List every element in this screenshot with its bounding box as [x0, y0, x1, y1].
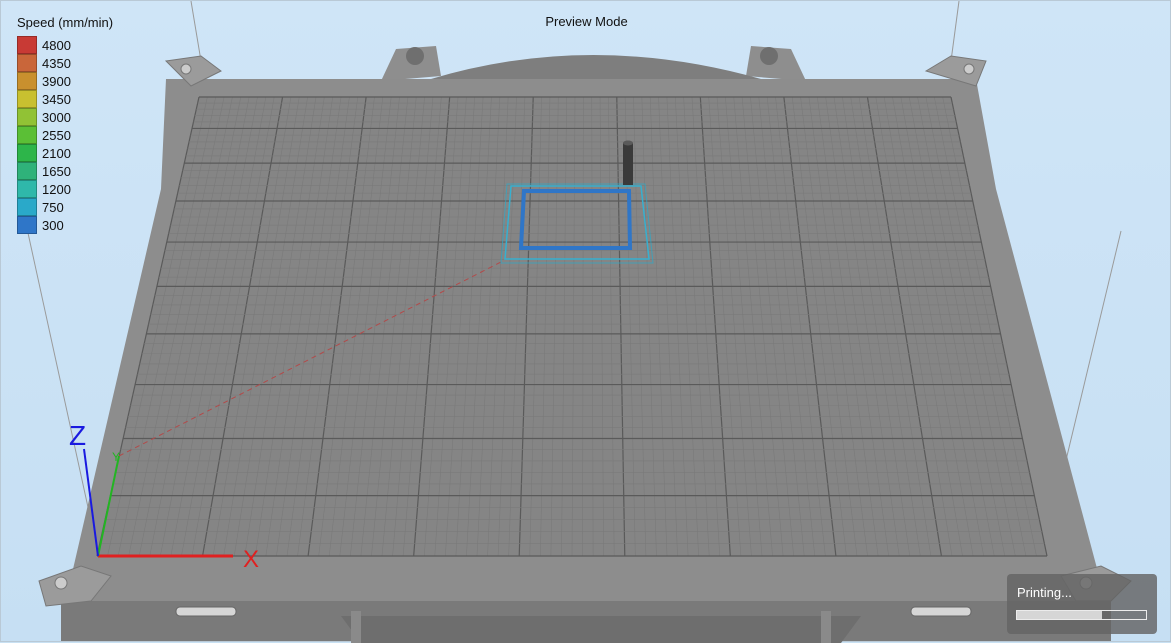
3d-viewport[interactable]: X Y Z Speed (mm/min) 4800 4350 3900 3450 300…	[0, 0, 1171, 643]
legend-swatch	[17, 180, 37, 198]
print-bed-scene[interactable]: X Y Z	[1, 1, 1171, 643]
legend-label: 2100	[42, 145, 71, 161]
legend-label: 3000	[42, 109, 71, 125]
legend-label: 1650	[42, 163, 71, 179]
legend-swatch	[17, 198, 37, 216]
legend-swatch	[17, 162, 37, 180]
legend-item: 2100	[17, 144, 113, 162]
x-axis-label: X	[243, 546, 259, 573]
print-progress-fill	[1017, 611, 1103, 619]
legend-item: 2550	[17, 126, 113, 144]
legend-label: 2550	[42, 127, 71, 143]
legend-swatch	[17, 72, 37, 90]
legend-label: 750	[42, 199, 64, 215]
legend-swatch	[17, 108, 37, 126]
print-status-label: Printing...	[1017, 585, 1072, 600]
print-status-panel: Printing...	[1007, 574, 1157, 634]
z-axis-label: Z	[69, 420, 86, 451]
legend-swatch	[17, 54, 37, 72]
print-progress-bar	[1016, 610, 1147, 620]
legend-label: 4800	[42, 37, 71, 53]
legend-item: 1200	[17, 180, 113, 198]
legend-item: 3450	[17, 90, 113, 108]
legend-item: 3900	[17, 72, 113, 90]
legend-item: 300	[17, 216, 113, 234]
legend-item: 4800	[17, 36, 113, 54]
legend-item: 750	[17, 198, 113, 216]
legend-label: 1200	[42, 181, 71, 197]
legend-label: 3900	[42, 73, 71, 89]
gantry-back	[381, 46, 806, 81]
view-mode-title: Preview Mode	[545, 14, 628, 29]
legend-swatch	[17, 36, 37, 54]
legend-label: 300	[42, 217, 64, 233]
legend-label: 3450	[42, 91, 71, 107]
legend-swatch	[17, 216, 37, 234]
legend-swatch	[17, 90, 37, 108]
legend-swatch	[17, 126, 37, 144]
y-axis-label: Y	[112, 450, 120, 464]
legend-swatch	[17, 144, 37, 162]
nozzle	[623, 140, 633, 185]
legend-label: 4350	[42, 55, 71, 71]
legend-item: 4350	[17, 54, 113, 72]
legend-item: 3000	[17, 108, 113, 126]
legend-rows: 4800 4350 3900 3450 3000 2550 2100 1650 1200 750 3…	[17, 36, 113, 234]
legend-item: 1650	[17, 162, 113, 180]
speed-legend: Speed (mm/min) 4800 4350 3900 3450 3000 2550 2…	[17, 15, 113, 234]
